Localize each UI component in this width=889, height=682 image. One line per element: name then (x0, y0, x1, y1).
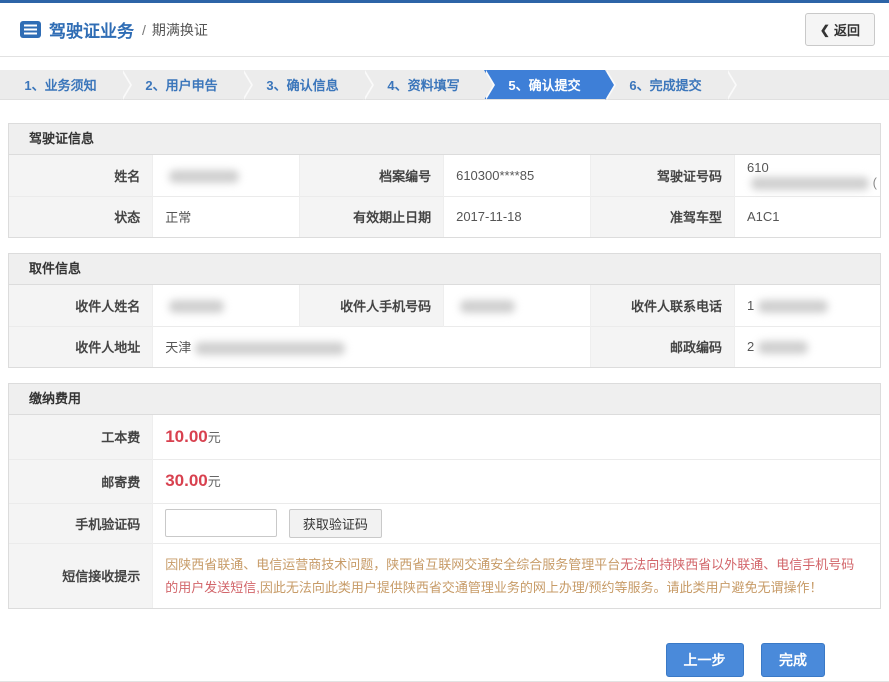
back-button-label: 返回 (834, 20, 860, 39)
sms-notice-label: 短信接收提示 (9, 543, 153, 608)
production-fee-value: 10.00元 (153, 415, 880, 459)
table-row: 手机验证码 获取验证码 (9, 503, 880, 543)
table-row: 收件人地址 天津 邮政编码 2 (9, 326, 880, 367)
license-no-value: 610 ( (734, 155, 880, 196)
expiry-value: 2017-11-18 (444, 196, 591, 237)
recipient-address-label: 收件人地址 (9, 326, 153, 367)
pickup-info-section: 取件信息 收件人姓名 收件人手机号码 收件人联系电话 1 收件人地址 天津 邮政… (8, 253, 881, 368)
page-header: 驾驶证业务 / 期满换证 ❮ 返回 (0, 3, 889, 57)
recipient-phone-value: 1 (734, 285, 880, 326)
step-2-declaration[interactable]: 2、用户申告 (121, 70, 242, 99)
vehicle-class-value: A1C1 (734, 196, 880, 237)
page-title: 驾驶证业务 (49, 17, 134, 42)
page: 驾驶证业务 / 期满换证 ❮ 返回 1、业务须知 2、用户申告 3、确认信息 4… (0, 0, 889, 682)
status-label: 状态 (9, 196, 153, 237)
step-navigation: 1、业务须知 2、用户申告 3、确认信息 4、资料填写 5、确认提交 6、完成提… (0, 70, 889, 100)
sms-notice-text: 因陕西省联通、电信运营商技术问题，陕西省互联网交通安全综合服务管理平台无法向持陕… (153, 543, 880, 608)
redacted-value (169, 300, 224, 313)
redacted-value (751, 177, 869, 190)
recipient-mobile-label: 收件人手机号码 (300, 285, 444, 326)
redacted-value (169, 170, 239, 183)
sms-code-input[interactable] (165, 509, 277, 537)
postal-code-label: 邮政编码 (591, 326, 735, 367)
vehicle-class-label: 准驾车型 (591, 196, 735, 237)
license-info-section: 驾驶证信息 姓名 档案编号 610300****85 驾驶证号码 610 ( 状… (8, 123, 881, 238)
file-no-label: 档案编号 (300, 155, 444, 196)
table-row: 姓名 档案编号 610300****85 驾驶证号码 610 ( (9, 155, 880, 196)
table-row: 短信接收提示 因陕西省联通、电信运营商技术问题，陕西省互联网交通安全综合服务管理… (9, 543, 880, 608)
recipient-name-value (153, 285, 300, 326)
fees-section: 缴纳费用 工本费 10.00元 邮寄费 30.00元 手机验证码 获取验证码 短… (8, 383, 881, 609)
prev-step-button[interactable]: 上一步 (666, 643, 744, 677)
postage-fee-value: 30.00元 (153, 459, 880, 503)
redacted-value (460, 300, 515, 313)
stepbar-filler (726, 70, 889, 99)
breadcrumb-current: 期满换证 (152, 20, 208, 40)
step-6-complete[interactable]: 6、完成提交 (605, 70, 726, 99)
sms-code-field: 获取验证码 (153, 503, 880, 543)
back-button[interactable]: ❮ 返回 (805, 13, 875, 46)
get-sms-code-button[interactable]: 获取验证码 (289, 509, 382, 538)
footer-actions: 上一步 完成 (0, 643, 889, 677)
sms-code-label: 手机验证码 (9, 503, 153, 543)
license-section-title: 驾驶证信息 (9, 124, 880, 155)
step-3-confirm-info[interactable]: 3、确认信息 (242, 70, 363, 99)
table-row: 工本费 10.00元 (9, 415, 880, 459)
postage-fee-label: 邮寄费 (9, 459, 153, 503)
status-value: 正常 (153, 196, 300, 237)
redacted-value (195, 342, 345, 355)
recipient-address-value: 天津 (153, 326, 591, 367)
redacted-value (758, 341, 808, 354)
table-row: 状态 正常 有效期止日期 2017-11-18 准驾车型 A1C1 (9, 196, 880, 237)
postal-code-value: 2 (734, 326, 880, 367)
step-5-confirm-submit[interactable]: 5、确认提交 (484, 70, 605, 99)
recipient-mobile-value (444, 285, 591, 326)
list-icon (20, 21, 41, 38)
recipient-name-label: 收件人姓名 (9, 285, 153, 326)
file-no-value: 610300****85 (444, 155, 591, 196)
expiry-label: 有效期止日期 (300, 196, 444, 237)
redacted-value (758, 300, 828, 313)
name-value (153, 155, 300, 196)
chevron-left-icon: ❮ (820, 23, 830, 37)
production-fee-label: 工本费 (9, 415, 153, 459)
finish-button[interactable]: 完成 (761, 643, 825, 677)
fees-section-title: 缴纳费用 (9, 384, 880, 415)
table-row: 邮寄费 30.00元 (9, 459, 880, 503)
table-row: 收件人姓名 收件人手机号码 收件人联系电话 1 (9, 285, 880, 326)
pickup-section-title: 取件信息 (9, 254, 880, 285)
step-1-notice[interactable]: 1、业务须知 (0, 70, 121, 99)
license-no-label: 驾驶证号码 (591, 155, 735, 196)
breadcrumb-separator: / (142, 22, 146, 38)
recipient-phone-label: 收件人联系电话 (591, 285, 735, 326)
step-4-fill-data[interactable]: 4、资料填写 (363, 70, 484, 99)
name-label: 姓名 (9, 155, 153, 196)
